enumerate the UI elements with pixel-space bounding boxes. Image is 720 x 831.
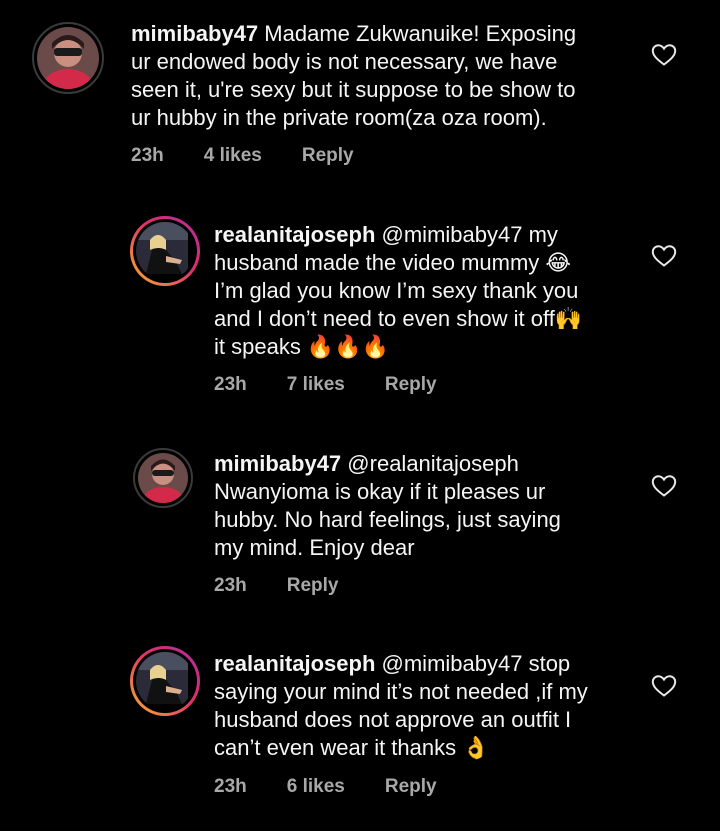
comment-likes-count[interactable]: 7 likes bbox=[287, 374, 345, 396]
comment-username[interactable]: realanitajoseph bbox=[214, 222, 375, 247]
comment-text: realanitajoseph @mimibaby47 my husband m… bbox=[214, 221, 624, 361]
comment-meta: 23h 7 likes Reply bbox=[214, 374, 437, 396]
reply-button[interactable]: Reply bbox=[287, 575, 339, 597]
comment-username[interactable]: mimibaby47 bbox=[214, 451, 341, 476]
comment-line: Madame Zukwanuike! Exposing bbox=[264, 21, 577, 46]
heart-outline-icon[interactable] bbox=[651, 674, 677, 698]
comment-meta: 23h 6 likes Reply bbox=[214, 776, 437, 798]
heart-outline-icon[interactable] bbox=[651, 244, 677, 268]
comment-line: my bbox=[528, 222, 558, 247]
comment-username[interactable]: mimibaby47 bbox=[131, 21, 258, 46]
comment-line: ur hubby in the private room(za oza room… bbox=[131, 105, 547, 130]
comment-text: mimibaby47 @realanitajoseph Nwanyioma is… bbox=[214, 450, 624, 562]
comment-line: saying your mind it’s not needed ,if my bbox=[214, 679, 588, 704]
mention-link[interactable]: @mimibaby47 bbox=[382, 222, 523, 247]
comment-meta: 23h Reply bbox=[214, 575, 339, 597]
comment-meta: 23h 4 likes Reply bbox=[131, 145, 354, 167]
heart-outline-icon[interactable] bbox=[651, 474, 677, 498]
comment-line: hubby. No hard feelings, just saying bbox=[214, 507, 561, 532]
comment-line: Nwanyioma is okay if it pleases ur bbox=[214, 479, 546, 504]
avatar[interactable] bbox=[133, 448, 193, 508]
avatar[interactable] bbox=[130, 646, 200, 716]
avatar[interactable] bbox=[130, 216, 200, 286]
reply-button[interactable]: Reply bbox=[385, 374, 437, 396]
comment-line: husband does not approve an outfit I bbox=[214, 707, 572, 732]
mention-link[interactable]: @mimibaby47 bbox=[382, 651, 523, 676]
comment-line: can’t even wear it thanks 👌 bbox=[214, 735, 490, 760]
comment-username[interactable]: realanitajoseph bbox=[214, 651, 375, 676]
comment-likes-count[interactable]: 4 likes bbox=[204, 145, 262, 167]
comment-timestamp[interactable]: 23h bbox=[214, 575, 247, 597]
comment-line: husband made the video mummy 😂 bbox=[214, 250, 572, 275]
comment-line: my mind. Enjoy dear bbox=[214, 535, 415, 560]
comment-text: realanitajoseph @mimibaby47 stop saying … bbox=[214, 650, 624, 762]
comment-timestamp[interactable]: 23h bbox=[214, 374, 247, 396]
heart-outline-icon[interactable] bbox=[651, 43, 677, 67]
comment-text: mimibaby47 Madame Zukwanuike! Exposing u… bbox=[131, 20, 631, 132]
comment-line: and I don’t need to even show it off🙌 bbox=[214, 306, 583, 331]
reply-button[interactable]: Reply bbox=[385, 776, 437, 798]
comment-likes-count[interactable]: 6 likes bbox=[287, 776, 345, 798]
mention-link[interactable]: @realanitajoseph bbox=[347, 451, 519, 476]
comment-line: ur endowed body is not necessary, we hav… bbox=[131, 49, 558, 74]
comment-line: seen it, u're sexy but it suppose to be … bbox=[131, 77, 576, 102]
comment-line: stop bbox=[528, 651, 571, 676]
comment-line: it speaks 🔥🔥🔥 bbox=[214, 334, 390, 359]
reply-button[interactable]: Reply bbox=[302, 145, 354, 167]
comment-timestamp[interactable]: 23h bbox=[131, 145, 164, 167]
comment-timestamp[interactable]: 23h bbox=[214, 776, 247, 798]
avatar[interactable] bbox=[32, 22, 104, 94]
comment-line: I’m glad you know I’m sexy thank you bbox=[214, 278, 579, 303]
